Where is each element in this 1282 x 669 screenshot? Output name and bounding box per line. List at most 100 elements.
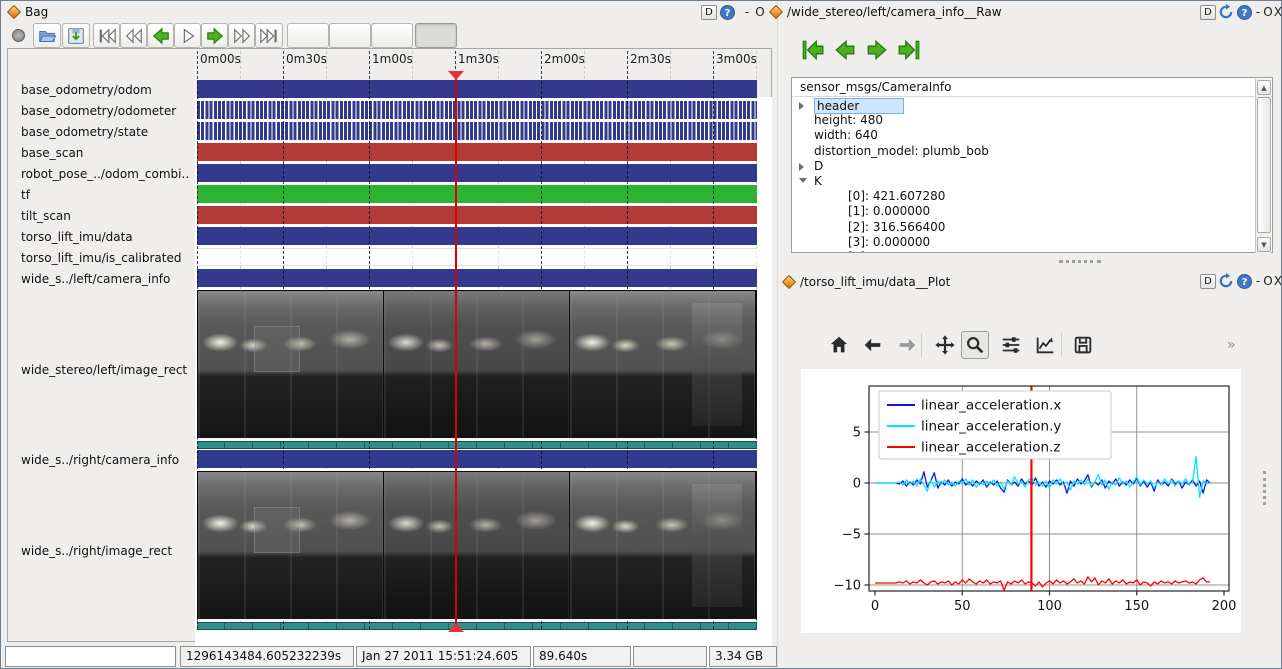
scroll-up-icon[interactable]: ▲ [1257, 80, 1271, 95]
record-button[interactable] [5, 23, 31, 48]
tree-row[interactable]: [4]: 421.114980 [793, 250, 1255, 252]
raw-refresh-icon[interactable] [1218, 4, 1234, 23]
next-message-button[interactable] [865, 38, 891, 64]
plot-help-button[interactable]: ? [1237, 274, 1252, 289]
ruler-label: 2m30s [630, 52, 671, 66]
forward-button[interactable] [893, 331, 921, 359]
acceleration-plot[interactable]: 05010015020050−5−10linear_acceleration.x… [801, 369, 1241, 633]
open-bag-button[interactable] [33, 23, 61, 48]
expander-collapsed-icon[interactable] [799, 102, 804, 110]
playhead-top-marker[interactable] [448, 71, 464, 80]
last-message-button[interactable] [897, 38, 923, 64]
toolbar-separator [1061, 333, 1062, 357]
raw-help-button[interactable]: ? [1237, 5, 1252, 20]
tree-row[interactable]: [1]: 0.000000 [793, 204, 1255, 219]
topic-label: base_odometry/odometer [21, 104, 176, 118]
dock-separator[interactable] [777, 1, 778, 669]
scroll-down-icon[interactable]: ▼ [1257, 237, 1271, 252]
fast-forward-button[interactable] [228, 23, 255, 48]
y-tick-label: −10 [834, 579, 861, 594]
bag-maximize-button[interactable]: O [754, 5, 766, 19]
raw-panel-title: /wide_stereo/left/camera_info__Raw [787, 5, 1002, 19]
tree-row[interactable]: K [793, 174, 1255, 189]
toolbar-overflow-button[interactable]: » [1227, 337, 1236, 353]
fast-forward-icon [232, 26, 252, 46]
expander-collapsed-icon[interactable] [799, 163, 804, 171]
tree-row-label: K [814, 174, 822, 188]
topic-label: tilt_scan [21, 209, 71, 223]
y-tick-label: 5 [853, 426, 861, 441]
toggle-button-1[interactable] [287, 23, 329, 48]
step-forward-button[interactable] [201, 23, 228, 48]
bag-panel-title: Bag [25, 5, 48, 19]
previous-message-button[interactable] [833, 38, 859, 64]
raw-close-button[interactable]: X [1272, 5, 1282, 19]
plot-panel-title: /torso_lift_imu/data__Plot [800, 275, 950, 289]
home-button[interactable] [825, 331, 853, 359]
raw-plugin-icon [769, 5, 783, 19]
playhead-bottom-marker[interactable] [448, 623, 464, 632]
back-button[interactable] [859, 331, 887, 359]
save-bag-button[interactable] [62, 23, 90, 48]
first-message-button[interactable] [801, 38, 827, 64]
plot-resize-handle[interactable] [1263, 471, 1266, 505]
ruler-label: 1m00s [372, 52, 413, 66]
tree-row[interactable]: width: 640 [793, 128, 1255, 143]
play-button[interactable] [174, 23, 201, 48]
zoom-button[interactable] [961, 331, 989, 359]
last-message-icon [897, 38, 921, 62]
tree-row[interactable]: header [793, 98, 1255, 113]
panel-splitter-handle[interactable] [1059, 260, 1101, 263]
seek-start-button[interactable] [93, 23, 120, 48]
message-band [197, 269, 757, 287]
tree-scrollbar[interactable]: ▲ ▼ [1255, 79, 1271, 253]
status-playhead-stamp: 1296143484.605232239s [180, 646, 354, 667]
tree-row[interactable]: distortion_model: plumb_bob [793, 144, 1255, 159]
camera-thumbnail [198, 291, 384, 438]
timeline-playhead[interactable] [455, 71, 457, 629]
x-tick-label: 150 [1124, 599, 1149, 614]
bag-detach-button[interactable]: D [701, 5, 717, 20]
seek-end-button[interactable] [255, 23, 283, 48]
status-edit-field[interactable] [5, 646, 176, 667]
y-tick-label: −5 [842, 528, 861, 543]
camera-thumbnail [384, 291, 570, 438]
tree-row[interactable]: [0]: 421.607280 [793, 189, 1255, 204]
message-tree[interactable]: sensor_msgs/CameraInfo headerheight: 480… [791, 77, 1273, 253]
plot-refresh-icon[interactable] [1218, 273, 1234, 292]
ruler-label: 0m30s [286, 52, 327, 66]
tree-row-label: width: 640 [814, 128, 878, 142]
configure-subplots-button[interactable] [997, 331, 1025, 359]
tree-row[interactable]: height: 480 [793, 113, 1255, 128]
topic-label: torso_lift_imu/data [21, 230, 133, 244]
message-type-header: sensor_msgs/CameraInfo [800, 80, 951, 94]
tree-row-label: [1]: 0.000000 [848, 204, 930, 218]
pan-button[interactable] [931, 331, 959, 359]
subplots-icon [1000, 334, 1022, 356]
tree-row-label: [3]: 0.000000 [848, 235, 930, 249]
step-back-button[interactable] [147, 23, 174, 48]
plot-canvas[interactable]: 05010015020050−5−10linear_acceleration.x… [801, 369, 1241, 633]
tree-row-label: distortion_model: plumb_bob [814, 144, 989, 158]
tree-row[interactable]: [3]: 0.000000 [793, 235, 1255, 250]
bag-help-button[interactable]: ? [720, 5, 735, 20]
scrollbar-thumb[interactable] [1257, 97, 1271, 233]
toggle-button-2[interactable] [329, 23, 371, 48]
tree-row[interactable]: D [793, 159, 1255, 174]
topic-label: tf [21, 188, 30, 202]
zoom-icon [964, 334, 986, 356]
toggle-button-3[interactable] [371, 23, 413, 48]
bag-minimize-button[interactable]: - [741, 5, 753, 19]
message-band [197, 143, 757, 161]
save-figure-button[interactable] [1069, 331, 1097, 359]
tree-row[interactable]: [2]: 316.566400 [793, 220, 1255, 235]
plot-detach-button[interactable]: D [1200, 274, 1216, 289]
x-tick-label: 200 [1212, 599, 1237, 614]
rewind-button[interactable] [120, 23, 147, 48]
toggle-button-4[interactable] [415, 23, 457, 48]
plot-close-button[interactable]: X [1272, 274, 1282, 288]
expander-expanded-icon[interactable] [799, 178, 807, 183]
customize-button[interactable] [1031, 331, 1059, 359]
raw-detach-button[interactable]: D [1200, 5, 1216, 20]
topic-label: wide_s../right/image_rect [21, 544, 172, 558]
